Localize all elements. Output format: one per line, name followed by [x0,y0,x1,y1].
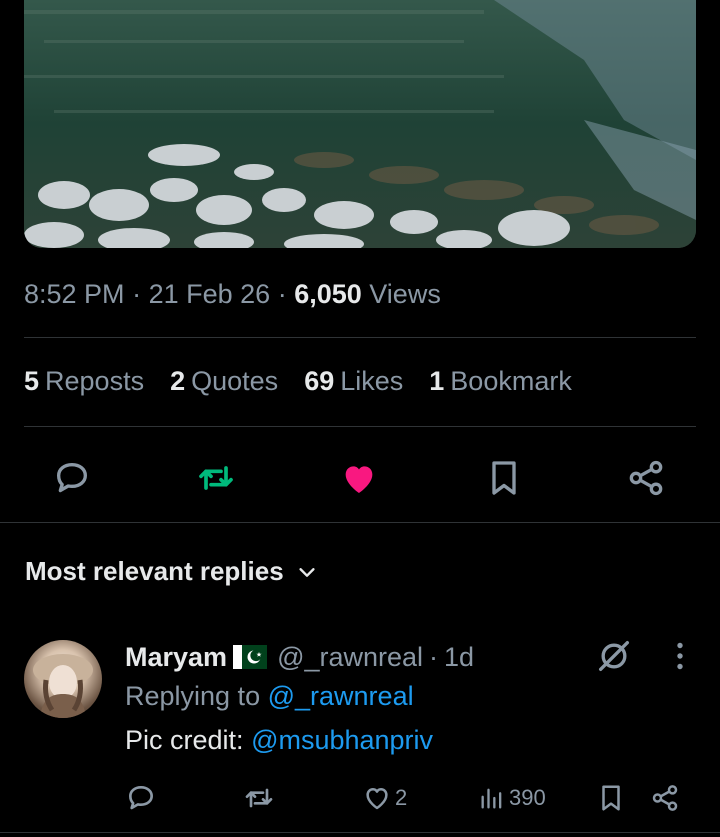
reply-text-prefix: Pic credit: [125,725,244,755]
reply-text: Pic credit: @msubhanpriv [125,725,695,756]
bookmark-button[interactable] [484,458,524,498]
views-label[interactable]: Views [369,279,441,309]
heart-filled-icon [345,466,373,493]
replying-to-handle[interactable]: @_rawnreal [268,681,414,711]
bookmarks-count: 1 [429,366,445,396]
separator: · [132,279,149,309]
analytics-bars-icon [481,788,502,809]
repost-arrows-icon [199,466,233,490]
engagement-stats: 5 Reposts 2 Quotes 69 Likes 1 Bookmark [24,366,598,397]
quotes-label: Quotes [191,366,279,396]
tweet-date: 21 Feb 26 [148,279,271,309]
reply-views-button[interactable]: 390 [478,778,546,818]
views-count[interactable]: 6,050 [294,279,362,309]
speech-bubble-icon [57,463,88,493]
reply-text-mention[interactable]: @msubhanpriv [251,725,433,755]
heart-icon [366,788,388,810]
reply-time[interactable]: 1d [444,642,474,673]
separator: · [429,641,439,672]
reply-author-handle[interactable]: @_rawnreal [277,642,423,673]
reply-views-count: 390 [509,785,546,810]
reposts-label: Reposts [45,366,145,396]
replying-to: Replying to @_rawnreal [125,681,695,712]
grok-button[interactable] [594,636,634,676]
tweet-actions [0,440,720,510]
quotes-stat[interactable]: 2 Quotes [170,366,278,397]
bookmark-icon [602,785,620,811]
tweet-meta: 8:52 PM · 21 Feb 26 · 6,050 Views [24,279,441,310]
reply-likes-count: 2 [395,785,408,810]
separator: · [277,279,295,309]
reply-author-name[interactable]: Maryam [125,642,227,673]
likes-count: 69 [304,366,335,396]
reply-actions: 2 390 [0,778,720,818]
share-nodes-icon [629,460,663,496]
divider [24,337,696,338]
likes-label: Likes [340,366,404,396]
chevron-down-icon [299,567,315,577]
grok-icon [599,641,629,671]
reply-repost-button[interactable] [243,778,275,818]
more-options-button[interactable] [662,638,698,674]
tweet-time: 8:52 PM [24,279,125,309]
speech-bubble-icon [129,786,153,810]
reposts-stat[interactable]: 5 Reposts [24,366,144,397]
bookmarks-stat[interactable]: 1 Bookmark [429,366,572,397]
replying-to-prefix: Replying to [125,681,261,711]
replies-sort-dropdown[interactable]: Most relevant replies [25,556,318,587]
share-nodes-icon [652,785,678,811]
repost-button[interactable] [196,458,236,498]
replies-sort-label: Most relevant replies [25,556,284,586]
avatar[interactable] [24,640,102,718]
repost-arrows-icon [245,788,273,808]
reply-like-button[interactable]: 2 [362,778,407,818]
pakistan-flag-icon [233,645,268,669]
divider [24,426,696,427]
divider [0,522,720,523]
share-button[interactable] [626,458,666,498]
like-button[interactable] [339,458,379,498]
reply-reply-button[interactable] [125,778,157,818]
quotes-count: 2 [170,366,186,396]
reply-button[interactable] [52,458,92,498]
tweet-photo[interactable] [24,0,696,248]
reposts-count: 5 [24,366,40,396]
bookmarks-label: Bookmark [450,366,572,396]
more-vertical-icon [677,642,683,670]
reply-bookmark-button[interactable] [596,778,626,818]
divider [0,832,720,833]
bookmark-icon [492,461,516,495]
reply-share-button[interactable] [650,778,680,818]
likes-stat[interactable]: 69 Likes [304,366,403,397]
